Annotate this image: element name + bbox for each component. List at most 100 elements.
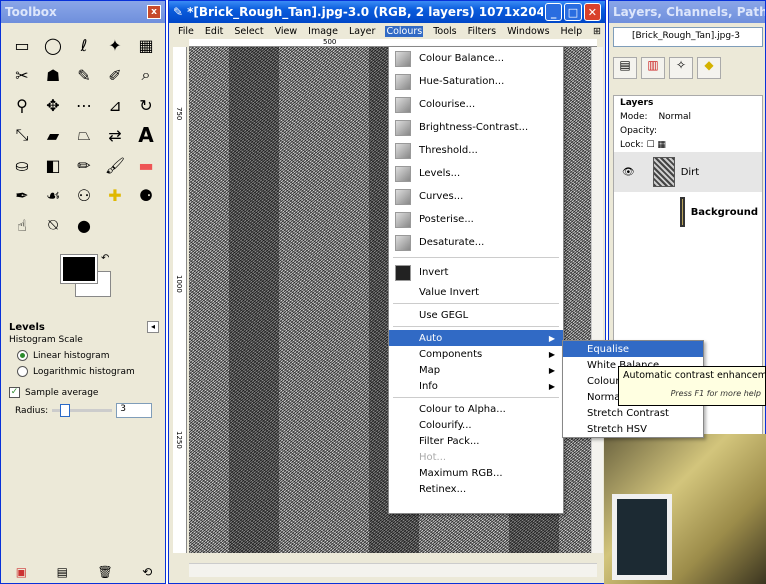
close-button[interactable]: ✕ — [583, 3, 601, 21]
menu-help[interactable]: Help — [560, 26, 584, 37]
menu-image[interactable]: Image — [307, 26, 339, 37]
menu-item-components[interactable]: Components ▶ — [389, 346, 563, 362]
menu-item-maximum-rgb[interactable]: Maximum RGB... — [389, 465, 563, 481]
panel-menu-icon[interactable]: ◂ — [147, 321, 159, 333]
layers-dock-titlebar[interactable]: Layers, Channels, Paths, Undo — [609, 1, 765, 23]
undo-tab-icon[interactable]: ◆ — [697, 57, 721, 79]
menu-item-colour-balance[interactable]: Colour Balance... — [389, 47, 563, 70]
foreground-color-swatch[interactable] — [60, 254, 98, 284]
minimize-button[interactable]: _ — [545, 3, 563, 21]
crop-icon[interactable]: ⊿ — [102, 93, 128, 117]
menu-filters[interactable]: Filters — [467, 26, 497, 37]
layer-name[interactable]: Background — [691, 207, 758, 218]
menu-item-colourise[interactable]: Colourise... — [389, 93, 563, 116]
bucket-fill-icon[interactable]: ⛀ — [9, 153, 35, 177]
layer-name[interactable]: Dirt — [681, 167, 700, 178]
menu-item-curves[interactable]: Curves... — [389, 185, 563, 208]
clone-icon[interactable]: ⚇ — [71, 183, 97, 207]
eraser-icon[interactable]: ▬ — [133, 153, 159, 177]
menu-item-brightness-contrast[interactable]: Brightness-Contrast... — [389, 116, 563, 139]
menu-item-value-invert[interactable]: Value Invert — [389, 284, 563, 300]
scale-icon[interactable]: ⤡ — [9, 123, 35, 147]
maximize-button[interactable]: □ — [564, 3, 582, 21]
heal-icon[interactable]: ✚ — [102, 183, 128, 207]
radius-spinbox[interactable]: 3 — [116, 403, 153, 418]
perspective-clone-icon[interactable]: ⚈ — [133, 183, 159, 207]
menu-item-map[interactable]: Map ▶ — [389, 362, 563, 378]
paintbrush-icon[interactable]: 🖌 — [102, 153, 128, 177]
foreground-select-icon[interactable]: ☗ — [40, 63, 66, 87]
smudge-icon[interactable]: ☝ — [9, 213, 35, 237]
rotate-icon[interactable]: ↻ — [133, 93, 159, 117]
menu-item-filter-pack[interactable]: Filter Pack... — [389, 433, 563, 449]
menu-colours[interactable]: Colours — [385, 25, 424, 37]
measure-icon[interactable]: ⚲ — [9, 93, 35, 117]
menu-item-invert[interactable]: Invert — [389, 261, 563, 284]
blend-icon[interactable]: ◧ — [40, 153, 66, 177]
dodge-burn-icon[interactable]: ⍉ — [40, 213, 66, 237]
menu-item-colourify[interactable]: Colourify... — [389, 417, 563, 433]
swap-colors-icon[interactable]: ↶ — [101, 253, 109, 264]
flip-icon[interactable]: ⇄ — [102, 123, 128, 147]
menu-item-info[interactable]: Info ▶ — [389, 378, 563, 394]
image-titlebar[interactable]: ✎ *[Brick_Rough_Tan].jpg-3.0 (RGB, 2 lay… — [169, 1, 605, 23]
shear-icon[interactable]: ▰ — [40, 123, 66, 147]
rect-select-icon[interactable]: ▭ — [9, 33, 35, 57]
menu-layer[interactable]: Layer — [348, 26, 377, 37]
layers-tab-icon[interactable]: ▤ — [613, 57, 637, 79]
menu-item-retinex[interactable]: Retinex... — [389, 481, 563, 497]
menu-item-use-gegl[interactable]: Use GEGL — [389, 307, 563, 323]
layer-row-dirt[interactable]: 👁 Dirt — [614, 152, 762, 192]
radius-slider-knob[interactable] — [60, 404, 71, 417]
save-options-icon[interactable]: ▣ — [16, 565, 27, 579]
linear-histogram-radio[interactable] — [17, 350, 28, 361]
color-select-icon[interactable]: ▦ — [133, 33, 159, 57]
navigate-icon[interactable]: ⊞ — [593, 26, 601, 37]
color-picker-icon[interactable]: ✐ — [102, 63, 128, 87]
menu-view[interactable]: View — [274, 26, 299, 37]
menu-file[interactable]: File — [177, 26, 195, 37]
auto-item-stretch-contrast[interactable]: Stretch Contrast — [563, 405, 703, 421]
menu-select[interactable]: Select — [233, 26, 264, 37]
move-icon[interactable]: ✥ — [40, 93, 66, 117]
menu-item-desaturate[interactable]: Desaturate... — [389, 231, 563, 254]
vertical-ruler[interactable]: 750 1000 1250 — [173, 47, 187, 553]
menu-item-hue-saturation[interactable]: Hue-Saturation... — [389, 70, 563, 93]
paths-icon[interactable]: ✎ — [71, 63, 97, 87]
fuzzy-select-icon[interactable]: ✦ — [102, 33, 128, 57]
mode-select[interactable]: Normal — [658, 112, 691, 122]
perspective-icon[interactable]: ⏢ — [71, 123, 97, 147]
menu-item-colour-to-alpha[interactable]: Colour to Alpha... — [389, 401, 563, 417]
restore-options-icon[interactable]: ▤ — [57, 565, 68, 579]
delete-options-icon[interactable]: 🗑 — [97, 565, 112, 579]
menu-item-auto[interactable]: Auto ▶ — [389, 330, 563, 346]
paths-tab-icon[interactable]: ✧ — [669, 57, 693, 79]
lock-pixels-checkbox[interactable]: ☐ ▦ — [646, 140, 665, 150]
logarithmic-histogram-radio[interactable] — [17, 366, 28, 377]
airbrush-icon[interactable]: ✒ — [9, 183, 35, 207]
radius-slider[interactable] — [52, 404, 113, 417]
vertical-scrollbar[interactable] — [591, 47, 603, 553]
free-select-icon[interactable]: ℓ — [71, 33, 97, 57]
pencil-icon[interactable]: ✏ — [71, 153, 97, 177]
menu-item-threshold[interactable]: Threshold... — [389, 139, 563, 162]
menu-item-levels[interactable]: Levels... — [389, 162, 563, 185]
blur-icon[interactable]: ● — [71, 213, 97, 237]
menu-edit[interactable]: Edit — [204, 26, 224, 37]
toolbox-close-button[interactable]: x — [147, 5, 161, 19]
auto-item-stretch-hsv[interactable]: Stretch HSV — [563, 421, 703, 437]
layer-row-background[interactable]: Background — [614, 192, 762, 232]
scissors-icon[interactable]: ✂ — [9, 63, 35, 87]
horizontal-scrollbar[interactable] — [189, 563, 597, 577]
menu-windows[interactable]: Windows — [506, 26, 550, 37]
toolbox-titlebar[interactable]: Toolbox x — [1, 1, 165, 23]
align-icon[interactable]: ⋯ — [71, 93, 97, 117]
zoom-icon[interactable]: ⌕ — [133, 63, 159, 87]
auto-item-equalise[interactable]: Equalise — [563, 341, 703, 357]
ink-icon[interactable]: ☙ — [40, 183, 66, 207]
menu-item-posterise[interactable]: Posterise... — [389, 208, 563, 231]
reset-options-icon[interactable]: ⟲ — [142, 565, 152, 579]
image-selector[interactable]: [Brick_Rough_Tan].jpg-3 — [613, 27, 763, 47]
text-icon[interactable]: A — [133, 123, 159, 147]
channels-tab-icon[interactable]: ▥ — [641, 57, 665, 79]
